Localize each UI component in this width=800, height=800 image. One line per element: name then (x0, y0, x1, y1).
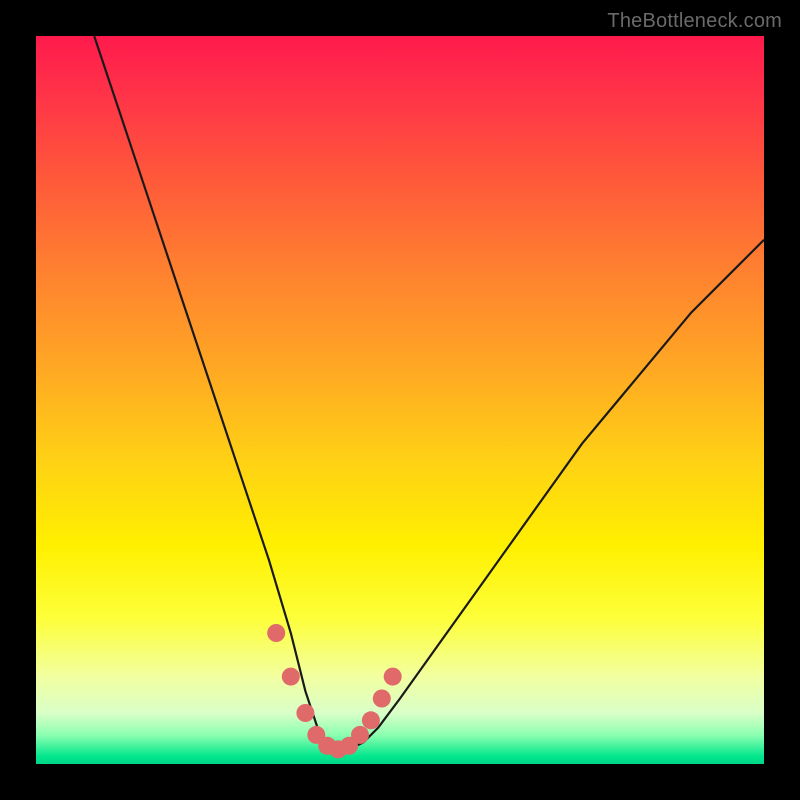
bottleneck-curve (94, 36, 764, 749)
marker-dot (282, 668, 300, 686)
watermark-text: TheBottleneck.com (607, 10, 782, 33)
chart-frame: TheBottleneck.com (0, 0, 800, 800)
marker-dot (384, 668, 402, 686)
marker-dot (267, 624, 285, 642)
marker-dot (351, 726, 369, 744)
marker-dot (296, 704, 314, 722)
plot-area (36, 36, 764, 764)
marker-dot (362, 711, 380, 729)
highlighted-markers (267, 624, 402, 758)
marker-dot (373, 690, 391, 708)
curve-layer (36, 36, 764, 764)
